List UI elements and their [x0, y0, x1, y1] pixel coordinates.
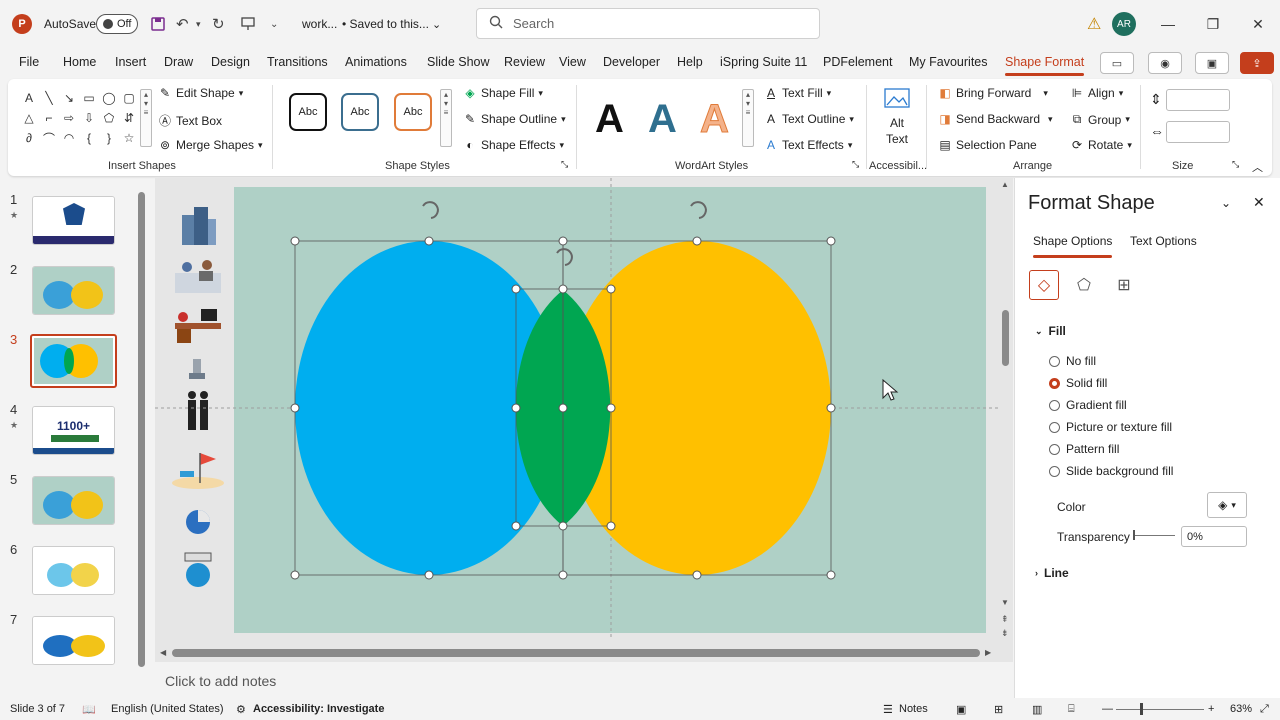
transparency-slider[interactable] — [1133, 535, 1175, 536]
fit-slide-icon[interactable]: ⤢ — [1260, 703, 1269, 716]
radio-button[interactable] — [1049, 399, 1060, 411]
radio-button[interactable] — [1049, 465, 1060, 477]
radio-picture-fill[interactable]: Picture or texture fill — [1049, 420, 1172, 434]
zoom-level[interactable]: 63% — [1230, 703, 1252, 715]
transparency-label: Transparency — [1057, 530, 1130, 544]
mouse-cursor-icon — [882, 378, 899, 401]
effects-pentagon-icon[interactable]: ⬠ — [1069, 270, 1099, 300]
pane-close-icon[interactable]: ✕ — [1253, 194, 1265, 211]
zoom-slider-thumb[interactable] — [1140, 703, 1143, 715]
color-picker-button[interactable]: ◈ ▾ — [1207, 492, 1247, 518]
normal-view-icon[interactable]: ▣ — [956, 703, 966, 716]
zoom-out-icon[interactable]: — — [1102, 703, 1113, 715]
pane-options-chevron-icon[interactable]: ⌄ — [1221, 196, 1231, 210]
slide-sorter-icon[interactable]: ⊞ — [994, 703, 1003, 716]
radio-pattern-fill[interactable]: Pattern fill — [1049, 442, 1119, 456]
radio-button-selected[interactable] — [1049, 377, 1060, 389]
spellcheck-icon[interactable]: 📖 — [82, 703, 96, 716]
transparency-slider-thumb[interactable] — [1133, 530, 1135, 540]
slideshow-view-icon[interactable]: ⌸ — [1068, 703, 1075, 716]
color-label: Color — [1057, 500, 1086, 514]
language-indicator[interactable]: English (United States) — [111, 703, 224, 715]
tab-shape-options[interactable]: Shape Options — [1033, 234, 1113, 258]
status-bar: Slide 3 of 7 📖 English (United States) ⚙… — [0, 698, 1280, 720]
next-slide-icon[interactable]: ⇟ — [1001, 628, 1009, 639]
chevron-down-icon: ▾ — [1231, 499, 1236, 510]
notes-icon[interactable]: ☰ — [883, 703, 893, 716]
canvas-vertical-scrollbar[interactable]: ▲ ▼ ⇞ ⇟ — [1000, 180, 1012, 640]
radio-button[interactable] — [1049, 443, 1060, 455]
previous-slide-icon[interactable]: ⇞ — [1001, 614, 1009, 625]
format-shape-pane: Format Shape ⌄ ✕ Shape Options Text Opti… — [1014, 178, 1280, 698]
accessibility-icon[interactable]: ⚙ — [236, 703, 246, 716]
transparency-input[interactable]: 0% — [1181, 526, 1247, 547]
notes-toggle[interactable]: Notes — [899, 703, 928, 715]
size-properties-icon[interactable]: ⊞ — [1109, 270, 1139, 300]
paint-bucket-icon: ◈ — [1218, 498, 1228, 512]
scroll-right-icon[interactable]: ▶ — [985, 648, 991, 657]
tab-text-options[interactable]: Text Options — [1130, 234, 1197, 248]
notes-input[interactable]: Click to add notes — [155, 666, 1013, 696]
canvas-horizontal-scrollbar[interactable] — [172, 649, 980, 657]
zoom-slider[interactable] — [1116, 709, 1204, 710]
line-section-header[interactable]: › Line — [1035, 566, 1069, 580]
slide-counter: Slide 3 of 7 — [10, 703, 66, 715]
zoom-in-icon[interactable]: + — [1208, 703, 1214, 715]
fill-section-header[interactable]: ⌄ Fill — [1035, 324, 1066, 338]
chevron-right-icon: › — [1035, 568, 1038, 578]
radio-button[interactable] — [1049, 355, 1060, 367]
radio-slide-background-fill[interactable]: Slide background fill — [1049, 464, 1173, 478]
chevron-down-icon: ⌄ — [1035, 325, 1043, 336]
radio-solid-fill[interactable]: Solid fill — [1049, 376, 1107, 390]
accessibility-status[interactable]: Accessibility: Investigate — [253, 703, 384, 715]
scroll-left-icon[interactable]: ◀ — [160, 648, 166, 657]
radio-button[interactable] — [1049, 421, 1060, 433]
radio-no-fill[interactable]: No fill — [1049, 354, 1096, 368]
reading-view-icon[interactable]: ▥ — [1032, 703, 1042, 716]
fill-line-icon[interactable]: ◇ — [1029, 270, 1059, 300]
radio-gradient-fill[interactable]: Gradient fill — [1049, 398, 1127, 412]
notes-placeholder: Click to add notes — [165, 673, 277, 689]
pane-title: Format Shape — [1028, 192, 1155, 214]
